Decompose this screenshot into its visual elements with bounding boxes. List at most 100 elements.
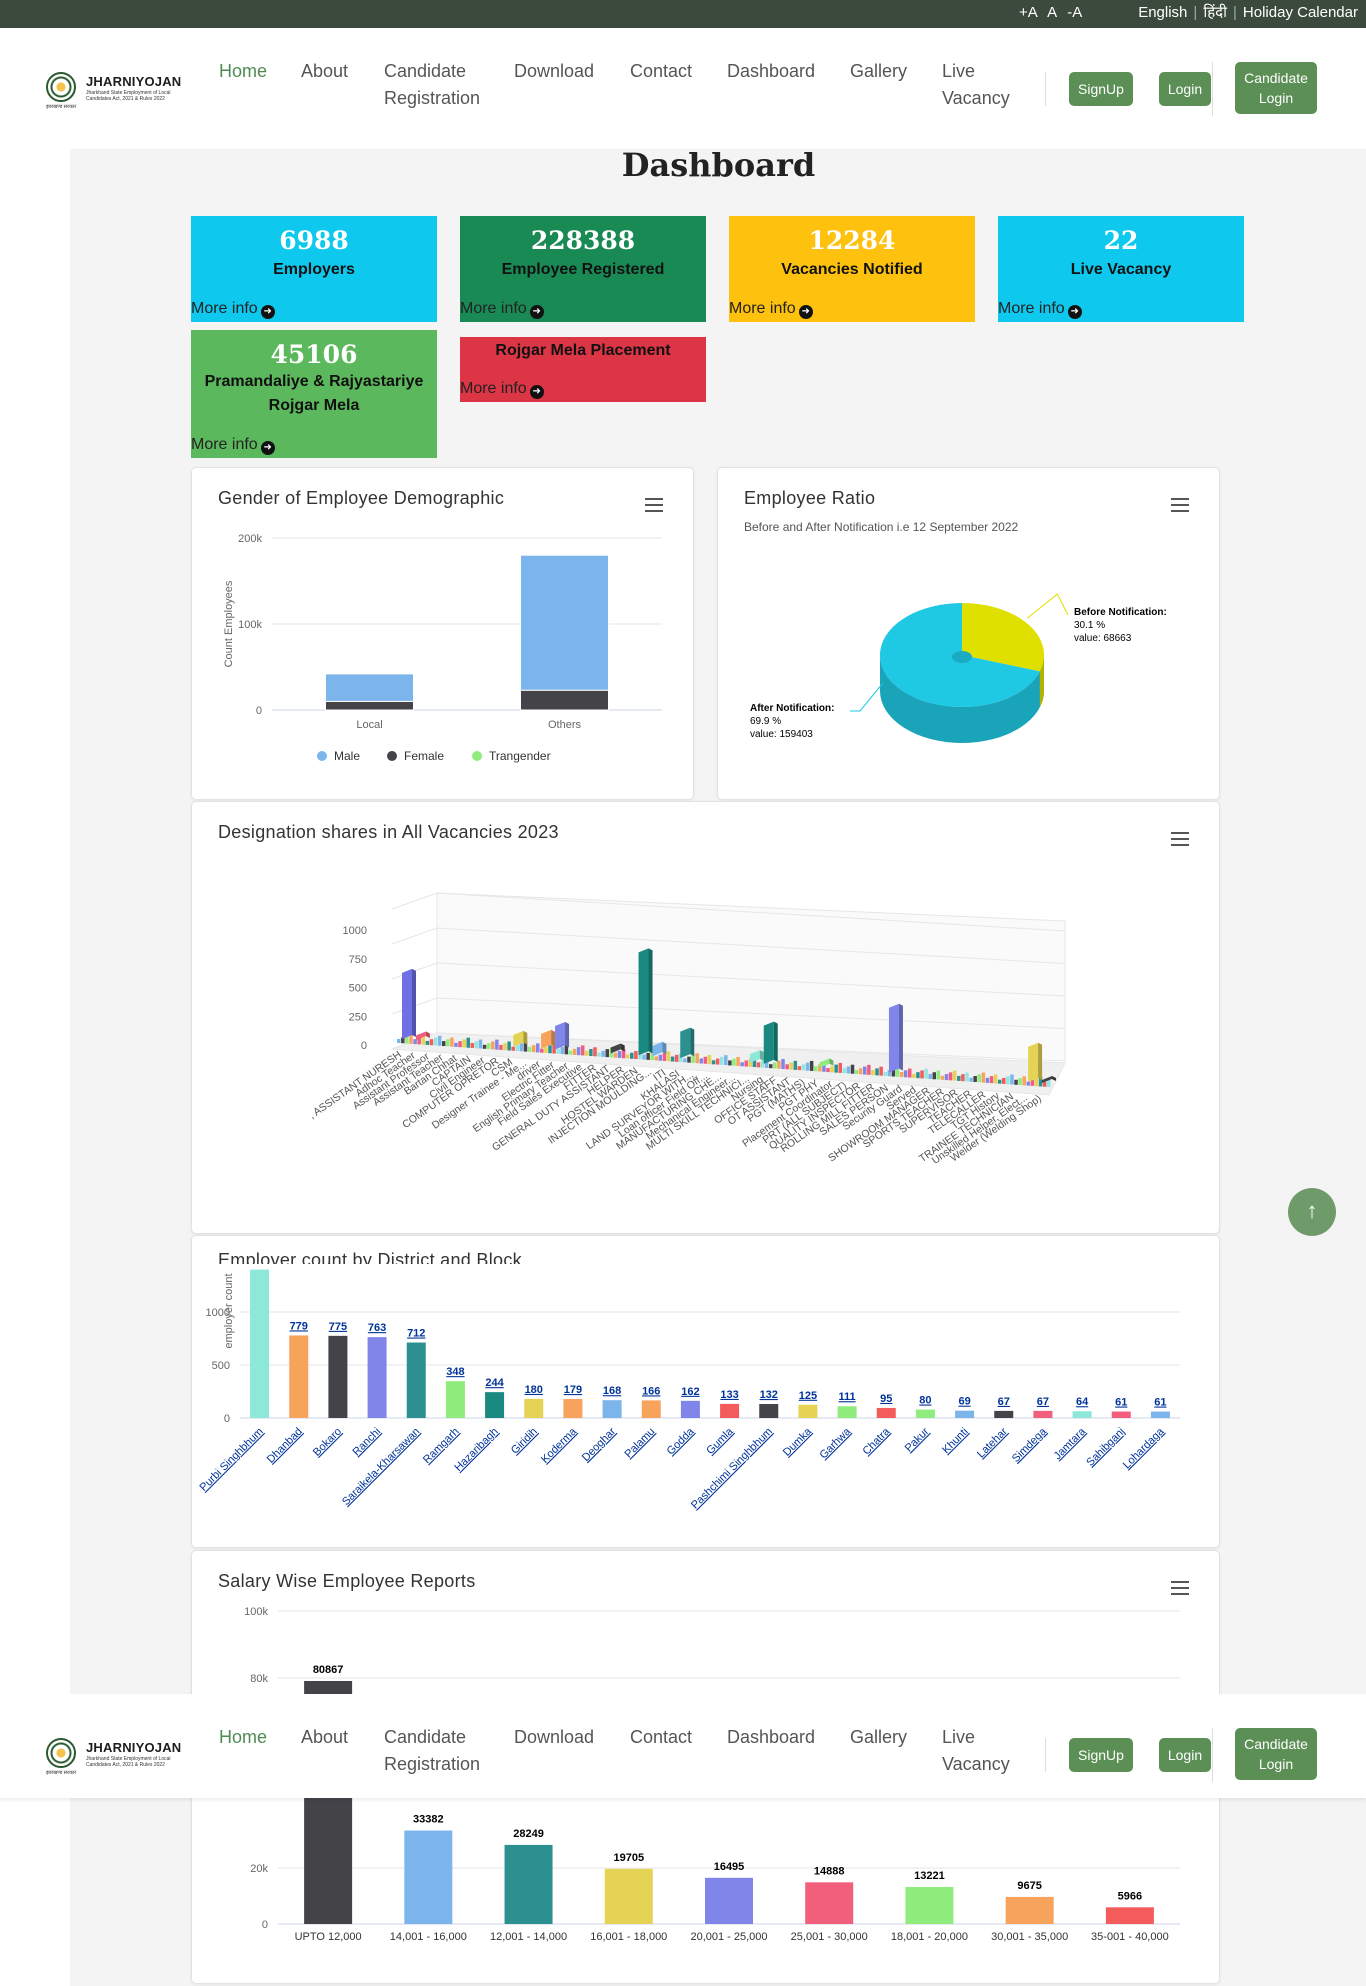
lang-english-link[interactable]: English [1132,4,1193,21]
designation-bar [830,1066,834,1073]
designation-bar [634,1051,638,1060]
designation-bar [429,1039,434,1046]
nav-live-vacancy[interactable]: Live Vacancy [942,1724,1010,1778]
site-logo[interactable]: JHARNIYOJAN Jharkhand State Employment o… [46,1736,196,1776]
nav-contact[interactable]: Contact [630,58,692,85]
designation-bar [540,1048,544,1053]
nav-home[interactable]: Home [219,58,267,85]
nav-about[interactable]: About [301,1724,348,1751]
designation-bar [993,1074,998,1084]
district-bar [720,1403,740,1418]
designation-bar [548,1045,552,1054]
nav-candidate-registration[interactable]: Candidate Registration [384,1724,480,1778]
nav-gallery[interactable]: Gallery [850,1724,907,1751]
candidate-login-button[interactable]: Candidate Login [1235,1728,1317,1780]
salary-bar [805,1882,854,1924]
nav-candidate-registration-line2: Registration [384,1754,481,1774]
y-tick-label: 0 [256,705,262,717]
logo-tagline: Jharkhand State Employment of Local Cand… [86,1756,171,1768]
designation-bar [482,1044,487,1049]
nav-live-vacancy[interactable]: Live Vacancy [942,58,1010,112]
login-button[interactable]: Login [1159,1738,1211,1772]
y-tick-label: 250 [349,1011,367,1023]
lang-hindi-link[interactable]: हिंदी [1197,4,1233,21]
designation-bar [699,1058,704,1064]
more-info-link[interactable]: More info ➜ [460,300,544,319]
font-reset-button[interactable]: A [1047,4,1057,21]
nav-contact[interactable]: Contact [630,1724,692,1751]
designation-bar [625,1054,630,1059]
designation-bar [769,1064,773,1069]
candidate-login-button[interactable]: Candidate Login [1235,62,1317,114]
nav-about[interactable]: About [301,58,348,85]
site-logo[interactable]: JHARNIYOJAN Jharkhand State Employment o… [46,70,196,110]
designation-bar [936,1070,941,1080]
nav-home[interactable]: Home [219,1724,267,1751]
nav-dashboard[interactable]: Dashboard [727,58,815,85]
designation-bar [932,1072,937,1080]
signup-button[interactable]: SignUp [1069,72,1133,106]
nav-candidate-registration[interactable]: Candidate Registration [384,58,480,112]
designation-bar [397,1039,401,1043]
top-bar: +A A -A English | हिंदी | Holiday Calendar [0,0,1366,28]
font-increase-button[interactable]: +A [1019,4,1038,21]
navbar: JHARNIYOJAN Jharkhand State Employment o… [0,28,1366,132]
salary-value-label: 33382 [413,1814,444,1826]
employee-ratio-card: Employee Ratio Before and After Notifica… [717,467,1220,800]
more-info-link[interactable]: More info ➜ [460,380,544,399]
salary-bar [905,1886,954,1924]
more-info-link[interactable]: More info ➜ [191,300,275,319]
district-value-label: 125 [799,1390,817,1402]
district-bar [915,1409,935,1418]
district-value-label: 162 [681,1386,699,1398]
chart-back-wall [436,892,1066,1061]
designation-bar [1047,1080,1051,1087]
scroll-to-top-button[interactable]: ↑ [1288,1188,1336,1236]
designation-bar [503,1043,507,1051]
salary-x-label: 35-001 - 40,000 [1091,1931,1169,1943]
designation-bar [957,1075,961,1081]
signup-button[interactable]: SignUp [1069,1738,1133,1772]
district-x-label: Koderma [539,1425,580,1466]
district-x-label: Giridih [509,1426,540,1457]
nav-gallery[interactable]: Gallery [850,58,907,85]
district-bar [955,1410,975,1418]
designation-bar [1018,1078,1022,1086]
pie-connector-before [1027,593,1069,619]
district-chart-card: 0 500 1000 employer count Purbi Singhbhum 779… [191,1235,1220,1548]
designation-bar [916,1072,920,1079]
designation-bar [969,1077,973,1082]
ratio-pie-chart: Before Notification: 30.1 % value: 68663 Af… [750,593,1167,743]
designation-bar [425,1040,430,1045]
holiday-calendar-link[interactable]: Holiday Calendar [1237,4,1358,21]
designation-bar [977,1074,982,1083]
nav-live-vacancy-line2: Vacancy [942,1754,1010,1774]
designation-bar [928,1073,932,1079]
district-x-label: Gumla [704,1425,736,1457]
designation-peak-side [523,1030,528,1045]
designation-bar [924,1068,928,1079]
designation-bar [801,1064,806,1071]
y-tick-label: 100k [244,1606,268,1618]
y-tick-label: 500 [349,983,367,995]
more-info-link[interactable]: More info ➜ [998,300,1082,319]
designation-bar [687,1056,691,1063]
nav-dashboard[interactable]: Dashboard [727,1724,815,1751]
gridline-side [391,892,438,910]
nav-download[interactable]: Download [514,1724,594,1751]
more-info-link[interactable]: More info ➜ [191,436,275,455]
district-bar [328,1335,348,1418]
designation-bar [1022,1076,1026,1086]
pie-label-before-value: value: 68663 [1074,633,1132,644]
designation-bar [654,1056,659,1061]
x-tick-label: Others [548,719,582,731]
more-info-link[interactable]: More info ➜ [729,300,813,319]
login-button[interactable]: Login [1159,72,1211,106]
designation-bar [858,1068,863,1075]
y-axis-label: employer count [223,1273,235,1348]
nav-download[interactable]: Download [514,58,594,85]
font-decrease-button[interactable]: -A [1067,4,1082,21]
designation-bar [826,1068,830,1073]
designation-bar [875,1068,879,1076]
designation-bar [711,1060,716,1065]
